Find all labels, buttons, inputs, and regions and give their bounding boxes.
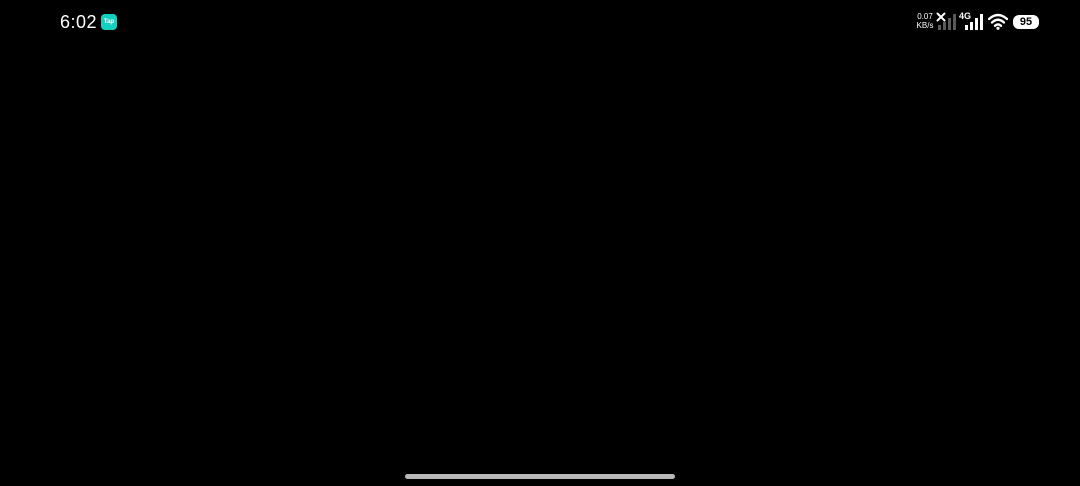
- signal-full-icon: [965, 14, 983, 30]
- battery-icon: 95: [1013, 15, 1039, 29]
- wifi-icon: [988, 13, 1008, 30]
- taptap-app-icon: Tap: [101, 14, 117, 30]
- app-content-area: [0, 44, 1080, 464]
- clock: 6:02: [60, 12, 98, 32]
- network-speed-unit: KB/s: [916, 21, 934, 30]
- signal-empty-icon: [938, 14, 956, 30]
- network-speed: 0.07 KB/s: [914, 12, 936, 30]
- app-icon-label: Tap: [103, 19, 115, 25]
- network-speed-value: 0.07: [917, 12, 933, 21]
- home-indicator[interactable]: [405, 474, 675, 479]
- battery-level: 95: [1019, 16, 1033, 28]
- status-bar: 6:02 Tap 0.07 KB/s 4G 95: [0, 0, 1080, 44]
